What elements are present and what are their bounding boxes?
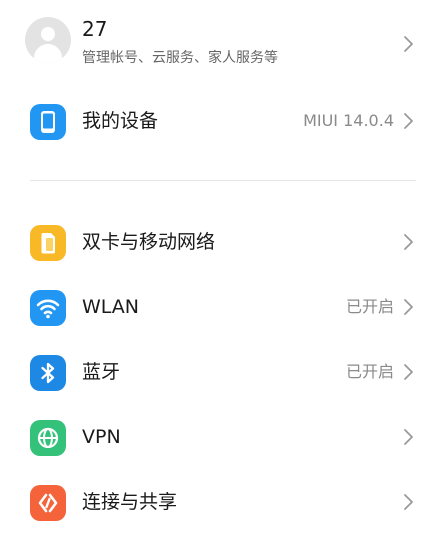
settings-item-label: VPN: [82, 426, 121, 448]
settings-item-wlan[interactable]: WLAN 已开启: [0, 275, 428, 337]
wifi-icon: [30, 290, 66, 326]
settings-item-vpn[interactable]: VPN: [0, 405, 428, 467]
settings-item-connection-sharing[interactable]: 连接与共享: [0, 470, 428, 532]
chevron-right-icon: [402, 297, 416, 317]
chevron-right-icon: [402, 427, 416, 447]
settings-item-label: 连接与共享: [82, 491, 178, 513]
globe-icon: [30, 420, 66, 456]
account-row[interactable]: 27 管理帐号、云服务、家人服务等: [0, 0, 428, 86]
settings-item-label: WLAN: [82, 296, 140, 318]
settings-item-label: 我的设备: [82, 110, 159, 132]
settings-item-value: 已开启: [345, 362, 394, 381]
section-divider: [30, 180, 416, 181]
chevron-right-icon: [402, 492, 416, 512]
settings-item-value: MIUI 14.0.4: [303, 111, 394, 130]
connection-share-icon: [30, 485, 66, 521]
settings-item-my-device[interactable]: 我的设备 MIUI 14.0.4: [0, 89, 428, 151]
sim-card-icon: [30, 225, 66, 261]
settings-item-sim-mobile-network[interactable]: 双卡与移动网络: [0, 210, 428, 272]
chevron-right-icon: [402, 232, 416, 252]
settings-item-bluetooth[interactable]: 蓝牙 已开启: [0, 340, 428, 402]
chevron-right-icon: [402, 34, 416, 54]
account-name: 27: [82, 17, 108, 41]
account-subtitle: 管理帐号、云服务、家人服务等: [82, 50, 278, 66]
bluetooth-icon: [30, 355, 66, 391]
chevron-right-icon: [402, 111, 416, 131]
settings-item-label: 蓝牙: [82, 361, 121, 383]
chevron-right-icon: [402, 362, 416, 382]
phone-icon: [30, 104, 66, 140]
settings-item-label: 双卡与移动网络: [82, 231, 216, 253]
avatar-icon: [25, 17, 71, 63]
settings-item-value: 已开启: [345, 297, 394, 316]
